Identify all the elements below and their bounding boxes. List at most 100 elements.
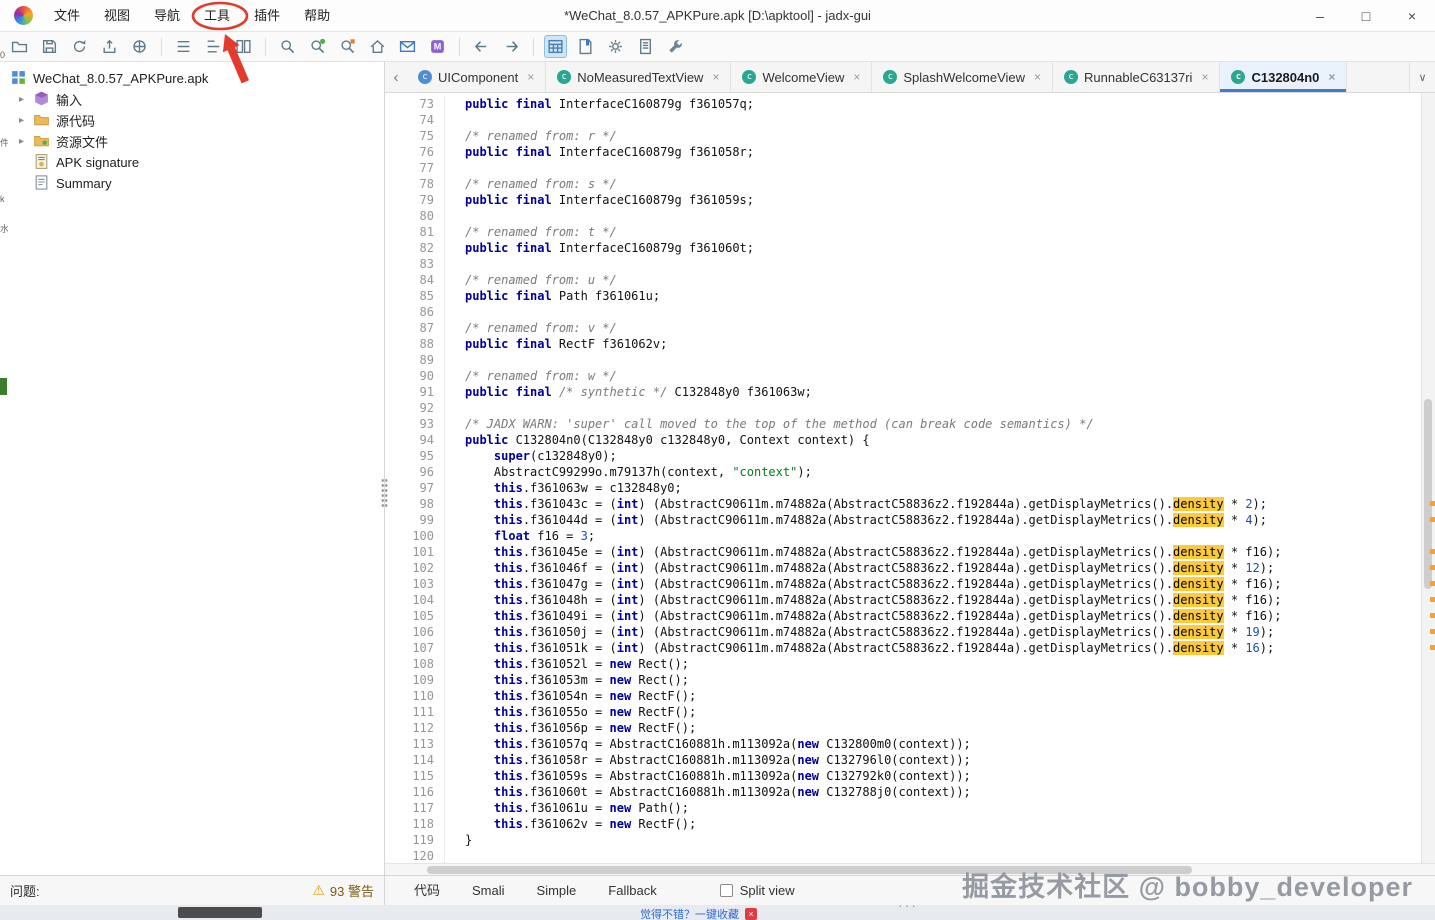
code-line-78[interactable]: 78/* renamed from: s */ (399, 176, 1421, 192)
code-line-83[interactable]: 83 (399, 256, 1421, 272)
code-line-98[interactable]: 98 this.f361043c = (int) (AbstractC90611… (399, 496, 1421, 512)
code-line-102[interactable]: 102 this.f361046f = (int) (AbstractC9061… (399, 560, 1421, 576)
export-icon[interactable] (98, 35, 121, 58)
class-search-icon[interactable] (306, 35, 329, 58)
code-line-82[interactable]: 82public final InterfaceC160879g f361060… (399, 240, 1421, 256)
code-line-99[interactable]: 99 this.f361044d = (int) (AbstractC90611… (399, 512, 1421, 528)
code-line-104[interactable]: 104 this.f361048h = (int) (AbstractC9061… (399, 592, 1421, 608)
forward-icon[interactable] (500, 35, 523, 58)
code-line-109[interactable]: 109 this.f361053m = new Rect(); (399, 672, 1421, 688)
split-view-toggle[interactable]: Split view (720, 883, 795, 898)
code-line-113[interactable]: 113 this.f361057q = AbstractC160881h.m11… (399, 736, 1421, 752)
code-line-101[interactable]: 101 this.f361045e = (int) (AbstractC9061… (399, 544, 1421, 560)
code-line-92[interactable]: 92 (399, 400, 1421, 416)
code-line-76[interactable]: 76public final InterfaceC160879g f361058… (399, 144, 1421, 160)
tab-close-icon[interactable]: × (1328, 70, 1335, 84)
gear-icon[interactable] (604, 35, 627, 58)
code-line-79[interactable]: 79public final InterfaceC160879g f361059… (399, 192, 1421, 208)
log-viewer-icon[interactable] (634, 35, 657, 58)
menu-item-3[interactable]: 工具 (192, 0, 242, 32)
bookmark-link[interactable]: 觉得不错？一键收藏 × (640, 906, 757, 920)
code-line-112[interactable]: 112 this.f361056p = new RectF(); (399, 720, 1421, 736)
mode-tab-3[interactable]: Fallback (593, 876, 671, 906)
mode-tab-1[interactable]: Smali (457, 876, 520, 906)
tab-list-dropdown-icon[interactable]: ∨ (1409, 62, 1435, 92)
menu-item-4[interactable]: 插件 (242, 0, 292, 32)
code-line-100[interactable]: 100 float f16 = 3; (399, 528, 1421, 544)
code-line-120[interactable]: 120 (399, 848, 1421, 863)
search-match-mark[interactable] (1430, 549, 1435, 554)
code-line-107[interactable]: 107 this.f361051k = (int) (AbstractC9061… (399, 640, 1421, 656)
code-line-87[interactable]: 87/* renamed from: v */ (399, 320, 1421, 336)
tab-scroll-left-icon[interactable]: ‹ (385, 62, 407, 92)
strip-close-icon[interactable]: × (745, 908, 757, 920)
tab-UIComponent[interactable]: cUIComponent× (407, 62, 546, 92)
tab-WelcomeView[interactable]: cWelcomeView× (731, 62, 872, 92)
tree-item-2[interactable]: ▸资源文件 (0, 131, 384, 152)
code-line-116[interactable]: 116 this.f361060t = AbstractC160881h.m11… (399, 784, 1421, 800)
expand-chevron-icon[interactable]: ▸ (16, 136, 27, 147)
code-editor[interactable]: 73public final InterfaceC160879g f361057… (385, 93, 1421, 863)
doc-bookmark-icon[interactable] (574, 35, 597, 58)
issues-panel-header[interactable]: 问题: ⚠ 93 警告 (0, 876, 385, 905)
start-page-icon[interactable] (366, 35, 389, 58)
tab-close-icon[interactable]: × (853, 70, 860, 84)
text-search-icon[interactable] (276, 35, 299, 58)
tab-SplashWelcomeView[interactable]: cSplashWelcomeView× (872, 62, 1053, 92)
code-line-111[interactable]: 111 this.f361055o = new RectF(); (399, 704, 1421, 720)
tree-root[interactable]: WeChat_8.0.57_APKPure.apk (0, 68, 384, 89)
code-line-73[interactable]: 73public final InterfaceC160879g f361057… (399, 96, 1421, 112)
tab-RunnableC63137ri[interactable]: cRunnableC63137ri× (1053, 62, 1220, 92)
menu-item-5[interactable]: 帮助 (292, 0, 342, 32)
structure-view-icon[interactable] (202, 35, 225, 58)
editor-vscrollbar[interactable] (1421, 93, 1435, 863)
tree-item-3[interactable]: APK signature (0, 152, 384, 173)
compare-icon[interactable] (232, 35, 255, 58)
open-file-icon[interactable] (8, 35, 31, 58)
tree-item-0[interactable]: ▸输入 (0, 89, 384, 110)
code-line-108[interactable]: 108 this.f361052l = new Rect(); (399, 656, 1421, 672)
back-icon[interactable] (470, 35, 493, 58)
search-match-mark[interactable] (1430, 629, 1435, 634)
code-line-91[interactable]: 91public final /* synthetic */ C132848y0… (399, 384, 1421, 400)
code-line-80[interactable]: 80 (399, 208, 1421, 224)
code-line-88[interactable]: 88public final RectF f361062v; (399, 336, 1421, 352)
code-line-84[interactable]: 84/* renamed from: u */ (399, 272, 1421, 288)
split-view-checkbox[interactable] (720, 884, 733, 897)
maximize-button[interactable]: □ (1343, 0, 1389, 32)
tab-close-icon[interactable]: × (712, 70, 719, 84)
preferences-wrench-icon[interactable] (664, 35, 687, 58)
expand-chevron-icon[interactable]: ▸ (16, 94, 27, 105)
flat-packages-icon[interactable] (172, 35, 195, 58)
plugin-m-icon[interactable]: M (426, 35, 449, 58)
mode-tab-2[interactable]: Simple (522, 876, 592, 906)
mode-tab-0[interactable]: 代码 (399, 876, 455, 906)
vscroll-thumb[interactable] (1424, 399, 1432, 589)
code-line-118[interactable]: 118 this.f361062v = new RectF(); (399, 816, 1421, 832)
code-line-114[interactable]: 114 this.f361058r = AbstractC160881h.m11… (399, 752, 1421, 768)
code-line-89[interactable]: 89 (399, 352, 1421, 368)
code-line-106[interactable]: 106 this.f361050j = (int) (AbstractC9061… (399, 624, 1421, 640)
expand-chevron-icon[interactable]: ▸ (16, 115, 27, 126)
search-match-mark[interactable] (1430, 501, 1435, 506)
code-line-74[interactable]: 74 (399, 112, 1421, 128)
code-line-93[interactable]: 93/* JADX WARN: 'super' call moved to th… (399, 416, 1421, 432)
code-line-97[interactable]: 97 this.f361063w = c132848y0; (399, 480, 1421, 496)
search-match-mark[interactable] (1430, 517, 1435, 522)
code-line-86[interactable]: 86 (399, 304, 1421, 320)
code-line-105[interactable]: 105 this.f361049i = (int) (AbstractC9061… (399, 608, 1421, 624)
tab-close-icon[interactable]: × (1034, 70, 1041, 84)
code-line-77[interactable]: 77 (399, 160, 1421, 176)
code-line-75[interactable]: 75/* renamed from: r */ (399, 128, 1421, 144)
menu-item-1[interactable]: 视图 (92, 0, 142, 32)
code-line-94[interactable]: 94public C132804n0(C132848y0 c132848y0, … (399, 432, 1421, 448)
minimize-button[interactable]: – (1297, 0, 1343, 32)
tab-close-icon[interactable]: × (1201, 70, 1208, 84)
tab-C132804n0[interactable]: cC132804n0× (1220, 62, 1347, 92)
usage-search-icon[interactable] (336, 35, 359, 58)
code-line-103[interactable]: 103 this.f361047g = (int) (AbstractC9061… (399, 576, 1421, 592)
code-line-85[interactable]: 85public final Path f361061u; (399, 288, 1421, 304)
code-line-96[interactable]: 96 AbstractC99299o.m79137h(context, "con… (399, 464, 1421, 480)
save-all-icon[interactable] (38, 35, 61, 58)
tree-item-1[interactable]: ▸源代码 (0, 110, 384, 131)
